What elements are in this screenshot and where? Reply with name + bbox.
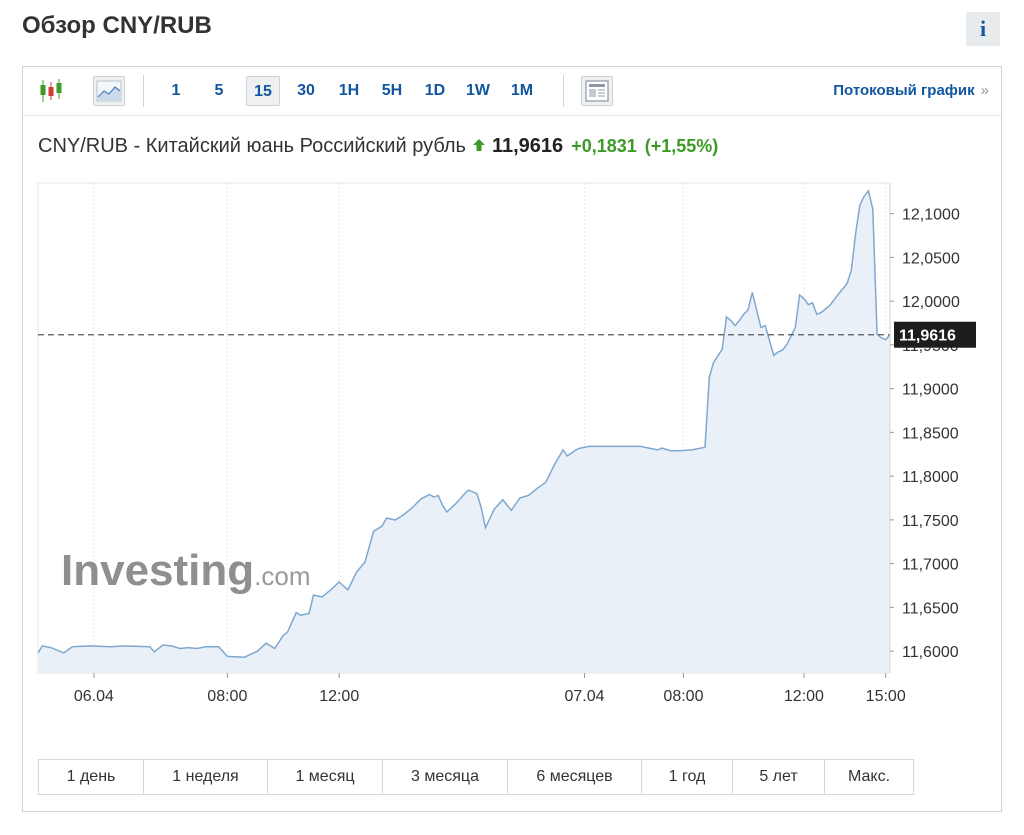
x-tick-label: 06.04 — [74, 688, 114, 705]
current-price-label: 11,9616 — [899, 328, 956, 345]
y-tick-label: 11,6500 — [902, 600, 959, 617]
range-selector: 1 день 1 неделя 1 месяц 3 месяца 6 месяц… — [38, 759, 914, 795]
info-button[interactable]: i — [966, 12, 1000, 46]
chart-widget: 1 5 15 30 1H 5H 1D 1W 1M Потоковый графи… — [22, 66, 1002, 812]
y-tick-label: 11,6000 — [902, 644, 959, 661]
range-max[interactable]: Макс. — [825, 760, 913, 794]
price-chart[interactable]: Investing.com 11,6000 11,6500 11,7000 11,75… — [23, 67, 1001, 757]
y-tick-label: 11,9000 — [902, 382, 959, 399]
y-tick-label: 11,8000 — [902, 469, 959, 486]
range-1-week[interactable]: 1 неделя — [144, 760, 268, 794]
range-3-months[interactable]: 3 месяца — [383, 760, 508, 794]
range-1-day[interactable]: 1 день — [39, 760, 144, 794]
x-tick-label: 12:00 — [319, 688, 359, 705]
x-tick-label: 08:00 — [663, 688, 703, 705]
range-5-years[interactable]: 5 лет — [733, 760, 825, 794]
y-tick-label: 12,0500 — [902, 250, 960, 267]
y-tick-label: 12,1000 — [902, 207, 960, 224]
current-price-tag: 11,9616 — [894, 321, 976, 348]
y-tick-label: 11,7500 — [902, 513, 959, 530]
x-tick-label: 07.04 — [564, 688, 604, 705]
range-6-months[interactable]: 6 месяцев — [508, 760, 642, 794]
x-axis: 06.04 08:00 12:00 07.04 08:00 12:00 15:00 — [74, 673, 906, 705]
x-tick-label: 15:00 — [866, 688, 906, 705]
range-1-month[interactable]: 1 месяц — [268, 760, 383, 794]
watermark-main: Investing — [61, 546, 254, 595]
y-tick-label: 11,7000 — [902, 557, 959, 574]
y-tick-label: 12,0000 — [902, 294, 960, 311]
page-title: Обзор CNY/RUB — [22, 12, 212, 39]
watermark-suffix: .com — [254, 561, 310, 591]
x-tick-label: 08:00 — [207, 688, 247, 705]
x-tick-label: 12:00 — [784, 688, 824, 705]
range-1-year[interactable]: 1 год — [642, 760, 733, 794]
y-axis: 11,6000 11,6500 11,7000 11,7500 11,8000 11,85… — [889, 183, 960, 673]
y-tick-label: 11,8500 — [902, 425, 959, 442]
